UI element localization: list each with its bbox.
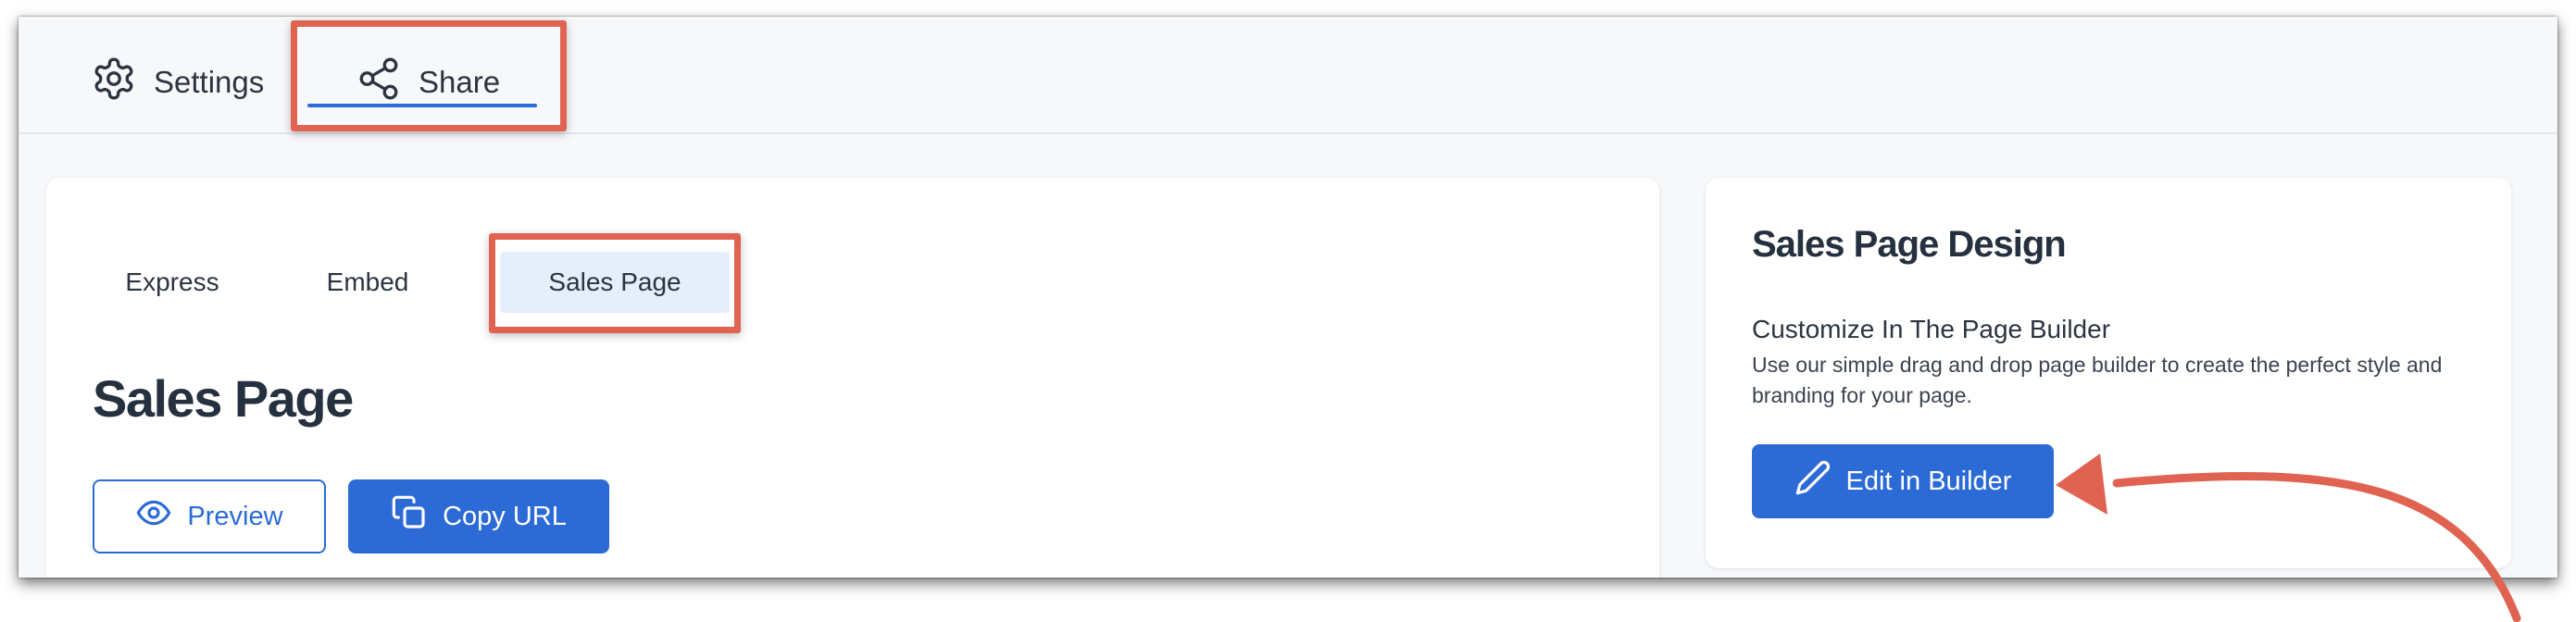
design-card-title: Sales Page Design	[1752, 224, 2067, 265]
copy-url-label: Copy URL	[443, 501, 567, 531]
eye-icon	[135, 494, 172, 539]
design-card-description: Use our simple drag and drop page builde…	[1752, 353, 2443, 407]
page-title: Sales Page	[93, 369, 354, 428]
subtab-express[interactable]: Express	[93, 252, 252, 313]
sales-page-design-card: Sales Page Design Customize In The Page …	[1706, 178, 2511, 568]
share-options-card: Express Embed Sales Page Sales Page Prev…	[46, 178, 1659, 578]
preview-button[interactable]: Preview	[93, 479, 326, 554]
sales-page-tab-highlight	[489, 233, 741, 333]
tab-settings[interactable]: Settings	[91, 41, 264, 124]
edit-in-builder-label: Edit in Builder	[1845, 466, 2012, 496]
copy-icon	[391, 494, 428, 539]
design-card-subtitle: Customize In The Page Builder	[1752, 315, 2111, 343]
edit-in-builder-button[interactable]: Edit in Builder	[1752, 444, 2054, 518]
subtab-embed[interactable]: Embed	[294, 252, 441, 313]
preview-label: Preview	[187, 501, 283, 531]
copy-url-button[interactable]: Copy URL	[348, 479, 609, 554]
gear-icon	[91, 56, 137, 109]
pencil-icon	[1794, 459, 1832, 504]
tab-settings-label: Settings	[154, 65, 265, 99]
app-window: Settings Share Express Embed Sales Page …	[19, 17, 2557, 578]
share-tab-highlight	[291, 20, 567, 131]
